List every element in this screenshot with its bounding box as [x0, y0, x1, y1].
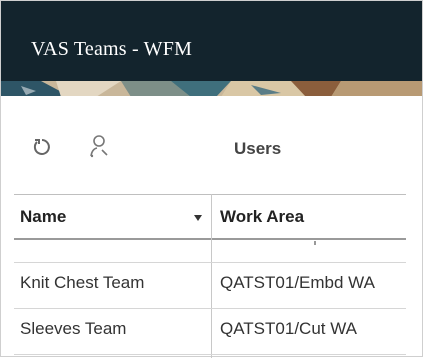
- decorative-banner: [1, 81, 422, 96]
- toolbar: Users: [1, 96, 422, 194]
- app-header: VAS Teams - WFM: [1, 1, 422, 96]
- scroll-indicator: [314, 241, 316, 245]
- users-label: Users: [234, 139, 282, 158]
- teams-table: Name Work Area Knit Chest Team QATST01/E…: [14, 194, 406, 358]
- refresh-icon[interactable]: [32, 137, 52, 157]
- sort-desc-icon[interactable]: [194, 215, 202, 221]
- user-search-icon[interactable]: [86, 134, 112, 160]
- table-row[interactable]: Knit Chest Team QATST01/Embd WA: [14, 262, 406, 302]
- cell-name: Sleeves Team: [20, 319, 127, 338]
- table-row[interactable]: Sleeves Team QATST01/Cut WA: [14, 308, 406, 348]
- cell-work-area: QATST01/Cut WA: [220, 319, 357, 338]
- cell-work-area: QATST01/Embd WA: [220, 273, 375, 292]
- table-bottom-border: [14, 354, 406, 355]
- column-header-work-area[interactable]: Work Area: [220, 207, 304, 227]
- page-title: VAS Teams - WFM: [31, 38, 193, 60]
- cell-name: Knit Chest Team: [20, 273, 145, 292]
- table-header-row: Name Work Area: [14, 194, 406, 240]
- column-header-name[interactable]: Name: [20, 207, 66, 227]
